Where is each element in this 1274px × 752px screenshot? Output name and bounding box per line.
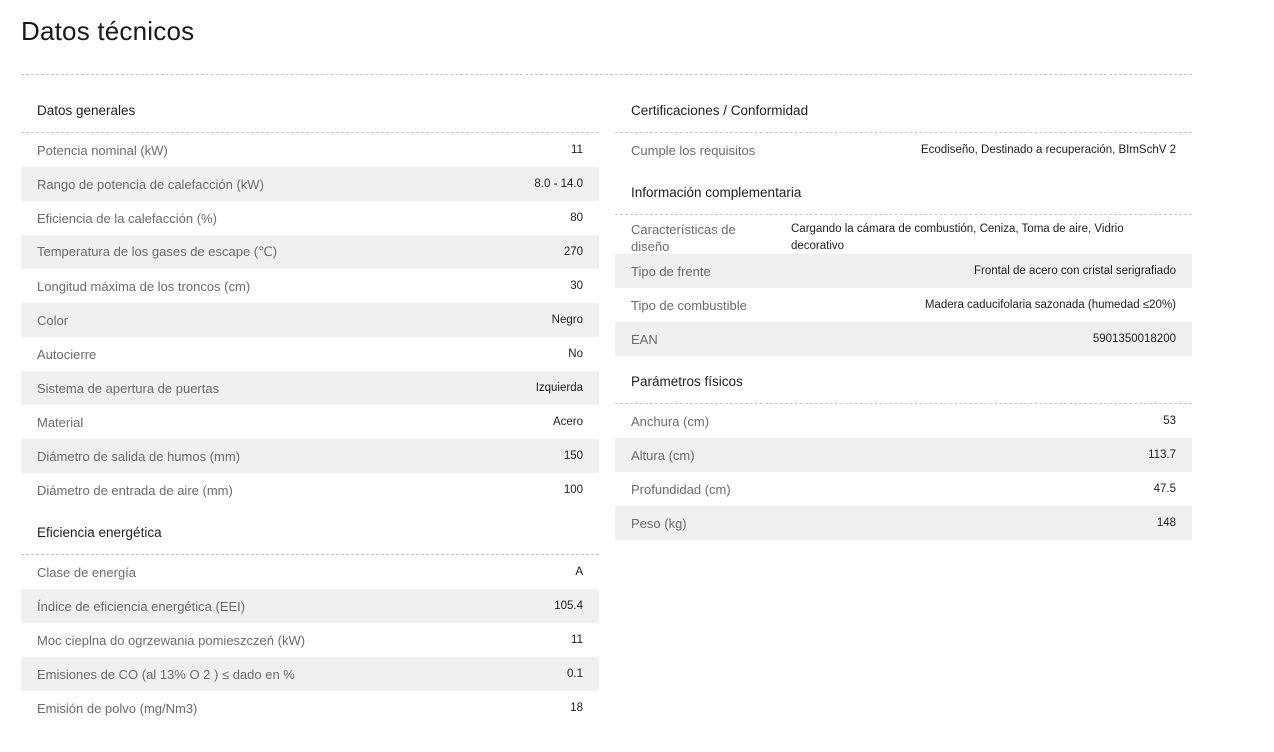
spec-label: Moc cieplna do ogrzewania pomieszczeń (k… [37,632,306,648]
spec-row: Material Acero [21,405,599,439]
spec-value: No [568,348,583,360]
spec-row: Eficiencia de la calefacción (%) 80 [21,201,599,235]
spec-value: 11 [571,634,583,646]
spec-row: Rango de potencia de calefacción (kW) 8.… [21,167,599,201]
spec-row: Peso (kg) 148 [615,506,1192,540]
spec-row: Moc cieplna do ogrzewania pomieszczeń (k… [21,623,599,657]
spec-label: Clase de energía [37,564,137,580]
spec-row: Emisión de polvo (mg/Nm3) 18 [21,691,599,725]
spec-value: 53 [1163,415,1176,427]
spec-label: Emisiones de CO (al 13% O 2 ) ≤ dado en … [37,666,295,682]
spec-value: Izquierda [535,382,583,394]
spec-row: Profundidad (cm) 47.5 [615,472,1192,506]
spec-label: Rango de potencia de calefacción (kW) [37,176,264,192]
spec-row: Autocierre No [21,337,599,371]
spec-value: 150 [563,450,583,462]
spec-value: 148 [1156,517,1176,529]
spec-row: Índice de eficiencia energética (EEI) 10… [21,589,599,623]
spec-label: Cumple los requisitos [631,142,756,158]
spec-value: 18 [570,702,583,714]
spec-value: 105.4 [554,600,583,612]
spec-value: 100 [563,484,583,496]
section-title-energy: Eficiencia energética [21,516,599,555]
section-title-general: Datos generales [21,94,599,133]
spec-label: Índice de eficiencia energética (EEI) [37,598,246,614]
spec-row: Potencia nominal (kW) 11 [21,133,599,167]
spec-row: Temperatura de los gases de escape (℃) 2… [21,235,599,269]
spec-row: Sistema de apertura de puertas Izquierda [21,371,599,405]
right-column: Certificaciones / Conformidad Cumple los… [615,94,1192,540]
spec-label: Emisión de polvo (mg/Nm3) [37,700,198,716]
spec-label: Tipo de frente [631,263,711,279]
spec-value: 5901350018200 [1092,333,1176,345]
spec-label: EAN [631,331,658,347]
spec-row: Diámetro de salida de humos (mm) 150 [21,439,599,473]
spec-value: 11 [571,144,583,156]
spec-value: Frontal de acero con cristal serigrafiad… [974,265,1176,277]
spec-label: Profundidad (cm) [631,481,731,497]
spec-value: 113.7 [1148,449,1176,461]
technical-data-page: Datos técnicos Datos generales Potencia … [0,0,1274,752]
spec-label: Eficiencia de la calefacción (%) [37,210,217,226]
spec-label: Anchura (cm) [631,413,710,429]
spec-label: Potencia nominal (kW) [37,142,168,158]
spec-value: Madera caducifolaria sazonada (humedad ≤… [924,299,1176,311]
spec-label: Longitud máxima de los troncos (cm) [37,278,251,294]
section-title-complementary: Información complementaria [615,176,1192,215]
spec-label: Peso (kg) [631,515,687,531]
spec-label: Diámetro de entrada de aire (mm) [37,482,233,498]
spec-row: Clase de energía A [21,555,599,589]
spec-label: Material [37,414,84,430]
spec-value: Negro [551,314,583,326]
spec-label: Color [37,312,69,328]
spec-row: EAN 5901350018200 [615,322,1192,356]
spec-value: 47.5 [1153,483,1176,495]
spec-row: Tipo de frente Frontal de acero con cris… [615,254,1192,288]
spec-row: Anchura (cm) 53 [615,404,1192,438]
spec-label: Temperatura de los gases de escape (℃) [37,244,278,259]
spec-label: Tipo de combustible [631,297,747,313]
spec-value: 0.1 [567,668,583,680]
spec-row: Longitud máxima de los troncos (cm) 30 [21,269,599,303]
page-title: Datos técnicos [21,16,195,46]
spec-row: Diámetro de entrada de aire (mm) 100 [21,473,599,507]
spec-value: 270 [563,246,583,258]
spec-value: 8.0 - 14.0 [534,178,583,190]
section-title-physical: Parámetros físicos [615,365,1192,404]
spec-value: 80 [570,212,583,224]
spec-row: Altura (cm) 113.7 [615,438,1192,472]
spec-row: Color Negro [21,303,599,337]
section-title-certifications: Certificaciones / Conformidad [615,94,1192,133]
spec-label: Sistema de apertura de puertas [37,380,220,396]
title-divider [21,74,1192,75]
spec-value: 30 [570,280,583,292]
spec-row: Emisiones de CO (al 13% O 2 ) ≤ dado en … [21,657,599,691]
spec-value: A [575,566,583,578]
spec-value: Ecodiseño, Destinado a recuperación, BIm… [920,144,1176,156]
spec-label: Autocierre [37,346,97,362]
left-column: Datos generales Potencia nominal (kW) 11… [21,94,599,725]
spec-label: Altura (cm) [631,447,695,463]
spec-row: Tipo de combustible Madera caducifolaria… [615,288,1192,322]
spec-row: Cumple los requisitos Ecodiseño, Destina… [615,133,1192,167]
spec-label: Características de diseño [631,222,736,254]
spec-value: Cargando la cámara de combustión, Ceniza… [791,223,1124,252]
spec-label: Diámetro de salida de humos (mm) [37,448,241,464]
spec-value: Acero [552,416,583,428]
spec-row: Características de diseño Cargando la cá… [615,215,1192,254]
